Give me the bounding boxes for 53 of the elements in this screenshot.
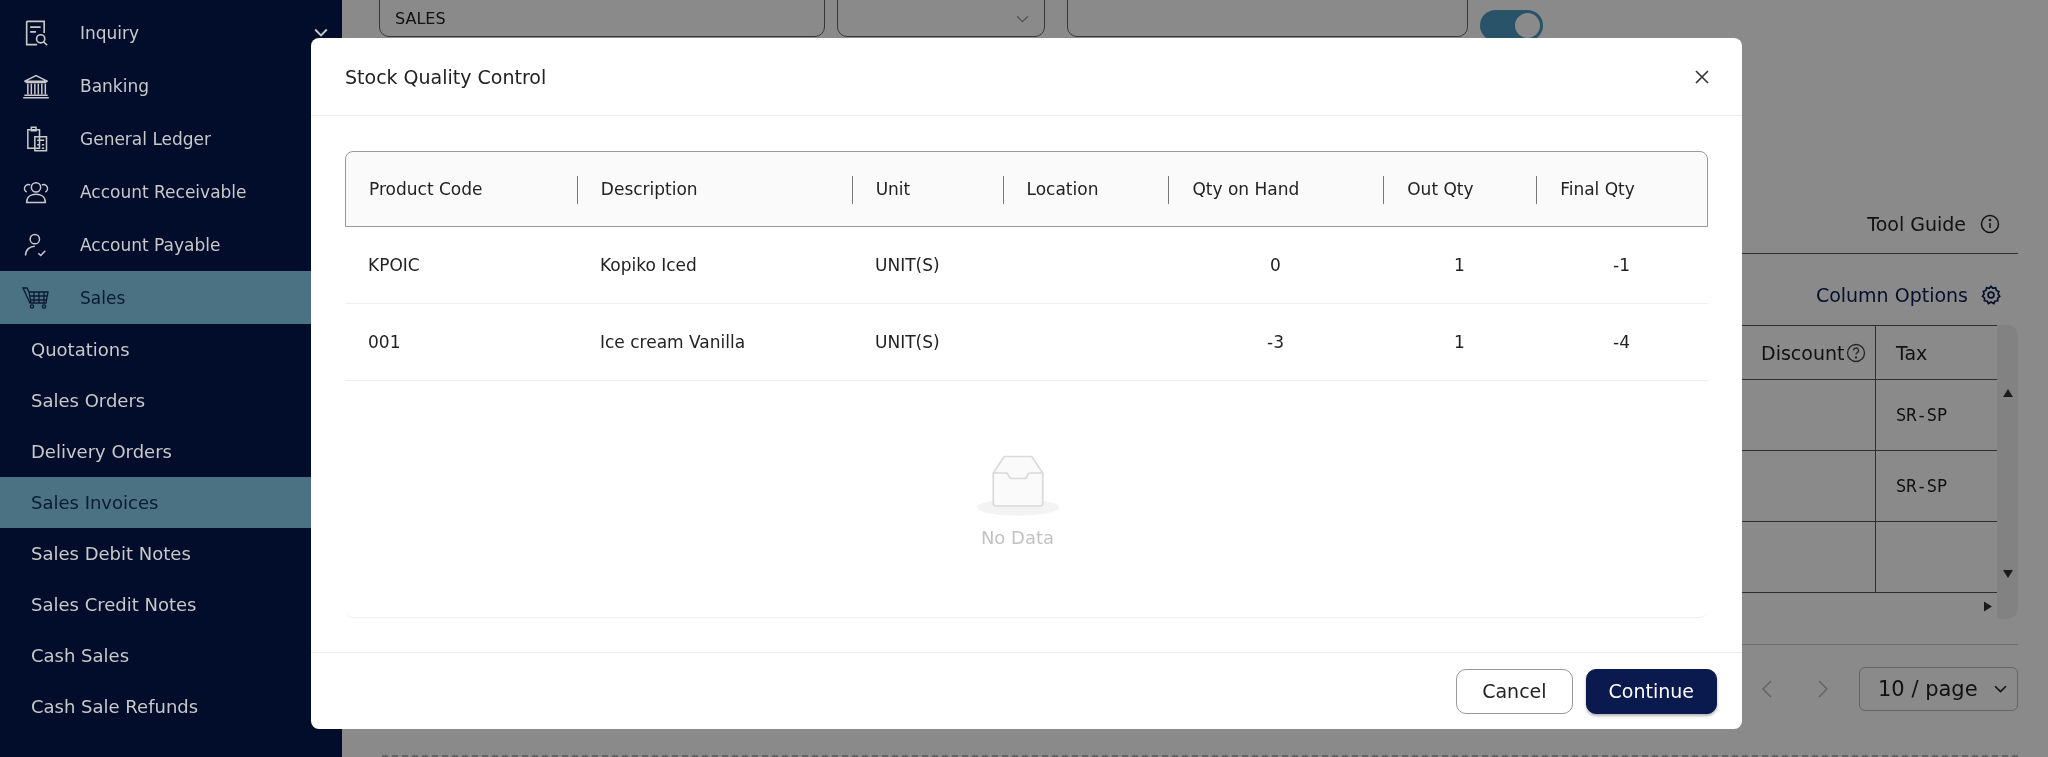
dialog-title: Stock Quality Control xyxy=(345,65,547,88)
table-cell: Ice cream Vanilla xyxy=(600,332,746,352)
sidebar-item-label: General Ledger xyxy=(80,128,212,149)
info-icon xyxy=(1980,214,2000,234)
column-header: Tax xyxy=(1895,340,1929,366)
tool-guide-link[interactable]: Tool Guide xyxy=(1867,213,1966,235)
chevron-down-icon xyxy=(1994,684,2007,694)
column-header: Qty on Hand xyxy=(1192,179,1300,199)
table-cell: SR-SP xyxy=(1896,405,1948,425)
table-cell: 1 xyxy=(1454,332,1465,352)
table-cell: UNIT(S) xyxy=(875,332,940,352)
category-field[interactable]: SALES xyxy=(379,0,825,37)
column-options-link[interactable]: Column Options xyxy=(1815,284,1968,306)
continue-button[interactable]: Continue xyxy=(1585,668,1717,714)
sidebar-item[interactable]: General Ledger xyxy=(0,112,342,165)
column-header: Location xyxy=(1026,179,1099,199)
scrollbar[interactable] xyxy=(1997,325,2018,619)
column-header: Unit xyxy=(875,179,911,199)
scroll-right-icon[interactable] xyxy=(1983,600,1993,613)
table-cell: -4 xyxy=(1613,332,1630,352)
scroll-up-icon[interactable] xyxy=(2001,388,2014,398)
column-header: Final Qty xyxy=(1560,179,1635,199)
sidebar-item[interactable]: Account Payable xyxy=(0,218,342,271)
scroll-down-icon[interactable] xyxy=(2001,569,2014,579)
sidebar-item[interactable]: Banking xyxy=(0,59,342,112)
table-cell: 0 xyxy=(1270,255,1281,275)
table-cell: SR-SP xyxy=(1896,476,1948,496)
column-header: Description xyxy=(600,179,698,199)
sidebar-item[interactable]: Inquiry xyxy=(0,6,342,59)
empty-state-text: No Data xyxy=(980,526,1055,548)
cancel-button[interactable]: Cancel xyxy=(1456,668,1573,714)
sidebar-item-label: Banking xyxy=(80,75,149,96)
help-icon xyxy=(1846,342,1867,363)
sidebar-item-label: Account Receivable xyxy=(80,181,247,202)
close-icon[interactable] xyxy=(1694,68,1710,85)
table-cell: -3 xyxy=(1267,332,1284,352)
sidebar-item-label: Inquiry xyxy=(80,22,140,43)
dropdown-field[interactable] xyxy=(837,0,1045,37)
column-header: Product Code xyxy=(369,179,483,199)
table-cell: 1 xyxy=(1454,255,1465,275)
table-cell: UNIT(S) xyxy=(875,255,940,275)
text-field[interactable] xyxy=(1067,0,1468,37)
table-cell: Kopiko Iced xyxy=(600,255,697,275)
chevron-down-icon xyxy=(1016,15,1029,24)
settings-icon[interactable] xyxy=(1980,284,2002,306)
table-cell: -1 xyxy=(1613,255,1630,275)
column-header: Out Qty xyxy=(1407,179,1474,199)
sidebar-item-label: Account Payable xyxy=(80,234,221,255)
page-size-select[interactable]: 10 / page xyxy=(1859,667,2018,711)
sidebar-item[interactable]: Account Receivable xyxy=(0,165,342,218)
table-cell: 001 xyxy=(368,332,401,352)
sidebar-item-label: Sales xyxy=(80,287,126,308)
table-cell: KPOIC xyxy=(368,255,420,275)
